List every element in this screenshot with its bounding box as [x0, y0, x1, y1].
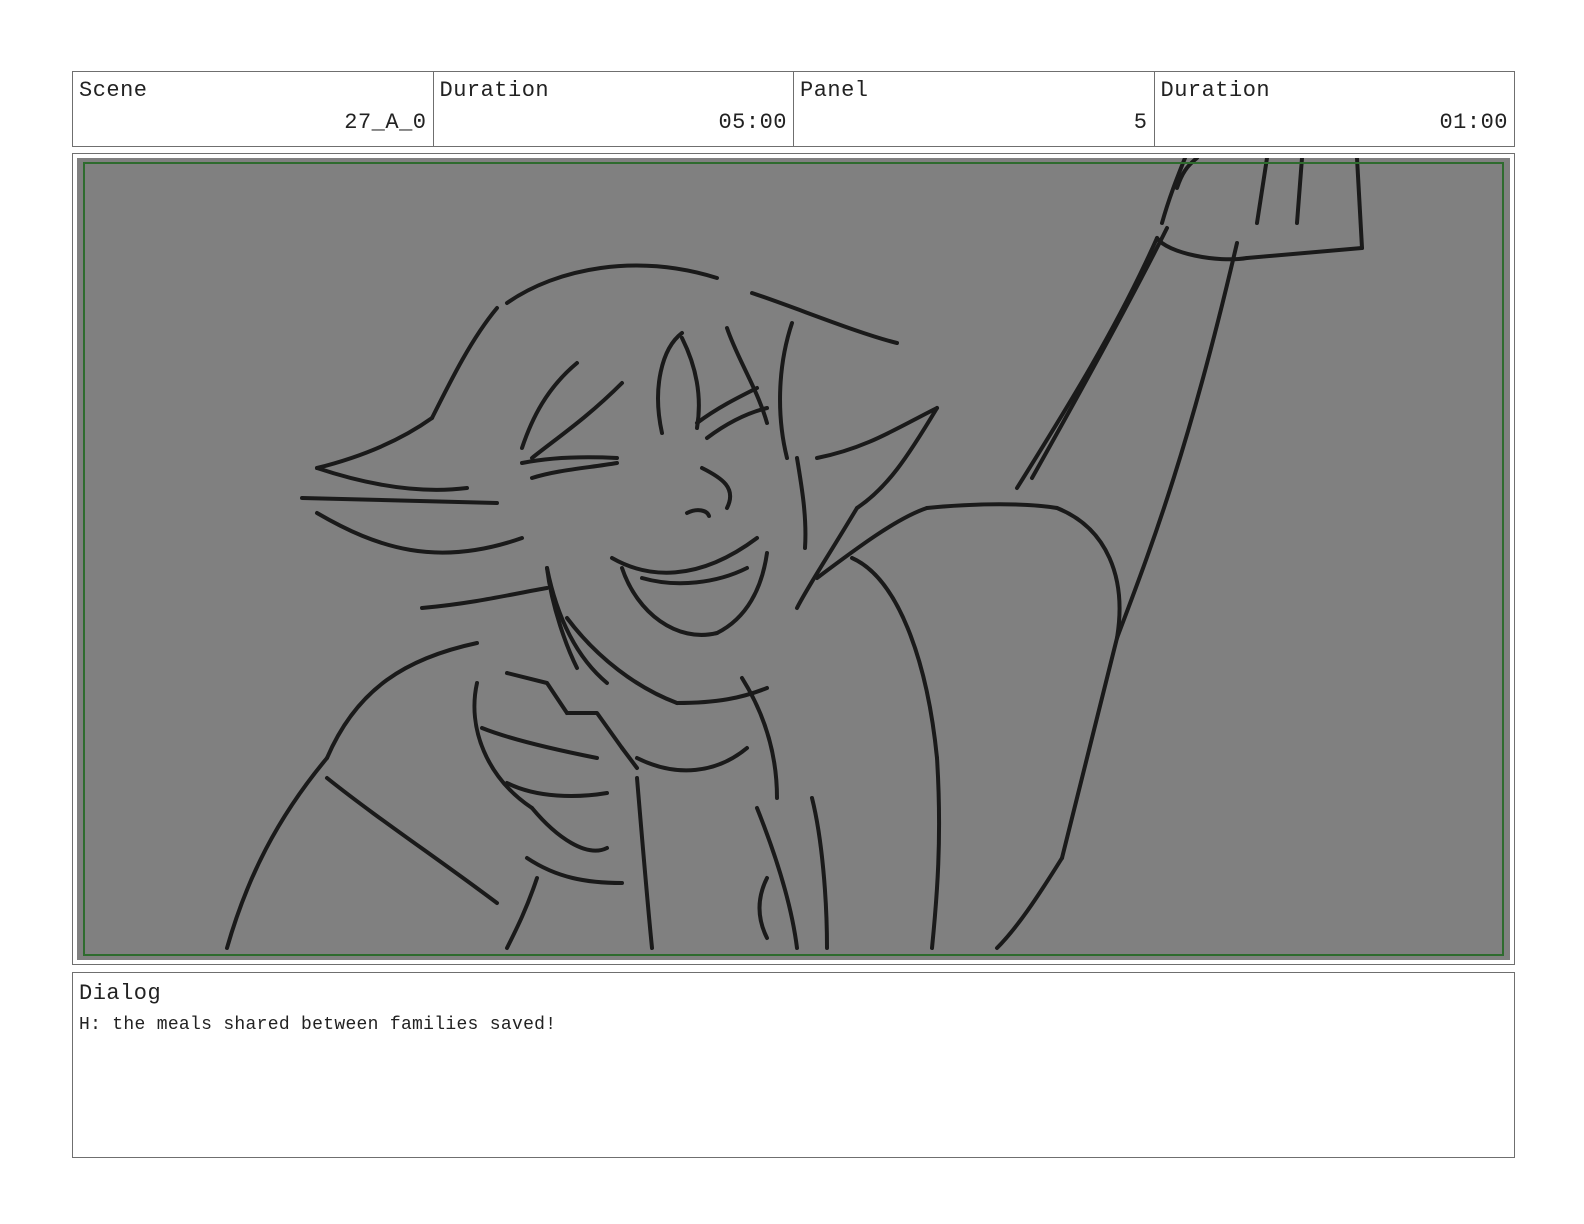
- scene-value: 27_A_0: [344, 110, 427, 135]
- panel-duration-label: Duration: [1160, 78, 1271, 103]
- panel-cell: Panel 5: [794, 72, 1155, 146]
- panel-label: Panel: [800, 78, 869, 103]
- sketch-image: [77, 158, 1510, 960]
- scene-duration-label: Duration: [439, 78, 550, 103]
- scene-cell: Scene 27_A_0: [73, 72, 434, 146]
- dialog-label: Dialog: [79, 981, 162, 1006]
- panel-value: 5: [1133, 110, 1148, 135]
- dialog-text: H: the meals shared between families sav…: [79, 1015, 557, 1035]
- dialog-box: Dialog H: the meals shared between famil…: [72, 972, 1515, 1158]
- panel-duration-cell: Duration 01:00: [1155, 72, 1515, 146]
- panel-duration-value: 01:00: [1439, 110, 1508, 135]
- storyboard-frame: [72, 153, 1515, 965]
- scene-duration-cell: Duration 05:00: [434, 72, 794, 146]
- character-sketch: [225, 158, 1364, 950]
- scene-label: Scene: [79, 78, 148, 103]
- scene-duration-value: 05:00: [718, 110, 787, 135]
- panel-header: Scene 27_A_0 Duration 05:00 Panel 5 Dura…: [72, 71, 1515, 147]
